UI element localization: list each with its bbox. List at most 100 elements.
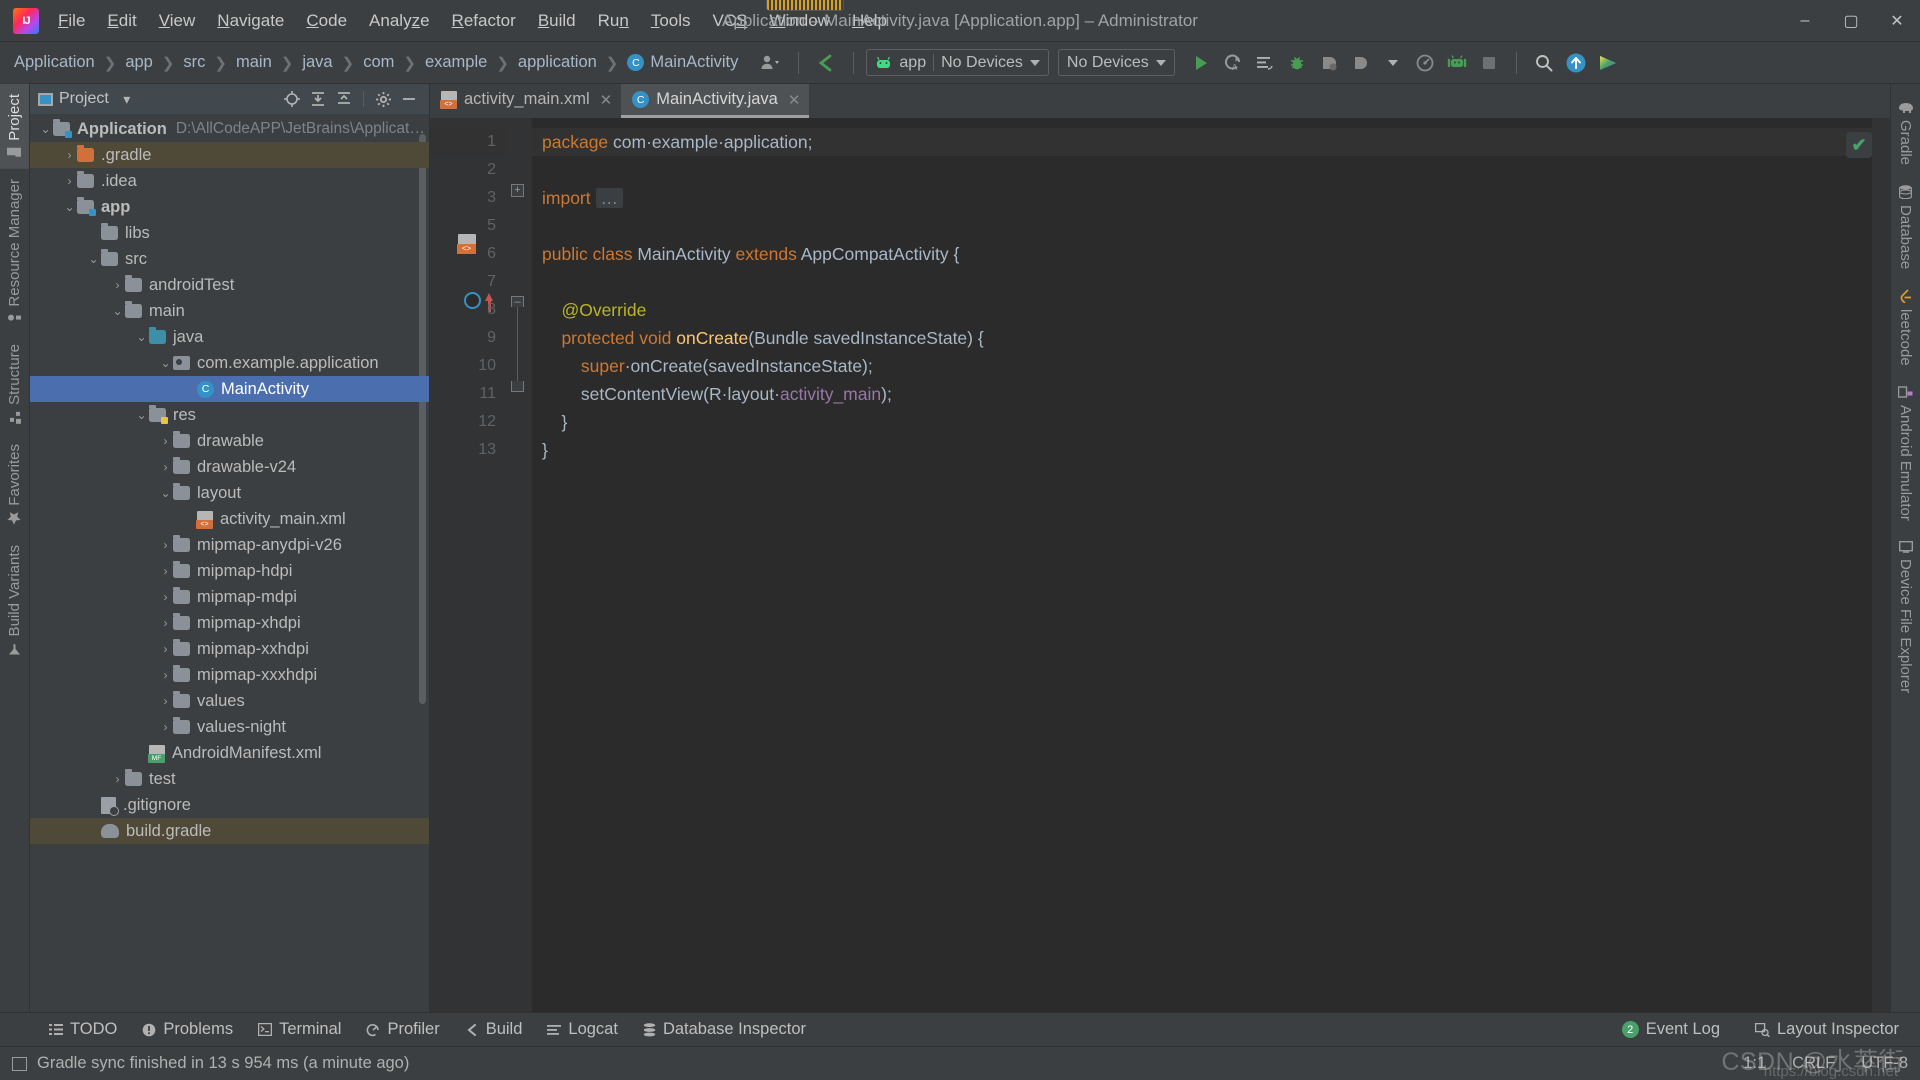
tree-node[interactable]: ⌄src — [30, 246, 429, 272]
chevron-right-icon[interactable]: › — [158, 642, 173, 656]
chevron-right-icon[interactable]: › — [62, 174, 77, 188]
tree-node[interactable]: ›mipmap-hdpi — [30, 558, 429, 584]
tree-node[interactable]: ›values-night — [30, 714, 429, 740]
tree-node[interactable]: ⌄app — [30, 194, 429, 220]
chevron-down-icon[interactable]: ⌄ — [38, 122, 53, 136]
chevron-right-icon[interactable]: › — [158, 616, 173, 630]
tool-window-leetcode[interactable]: leetcode — [1897, 279, 1914, 376]
close-icon[interactable]: ✕ — [788, 91, 801, 109]
code-line[interactable] — [542, 212, 1872, 240]
chevron-right-icon[interactable]: › — [158, 694, 173, 708]
make-project-icon[interactable] — [811, 49, 841, 77]
code-line[interactable]: setContentView(R·layout·activity_main); — [542, 380, 1872, 408]
close-button[interactable]: ✕ — [1874, 0, 1920, 42]
device-selector[interactable]: No Devices — [1058, 49, 1175, 76]
menu-edit[interactable]: Edit — [96, 7, 147, 35]
folded-imports[interactable]: … — [596, 188, 624, 208]
code-line[interactable]: super·onCreate(savedInstanceState); — [542, 352, 1872, 380]
fold-collapse-start-icon[interactable]: – — [511, 296, 524, 307]
line-number[interactable]: 5 — [430, 212, 506, 240]
breadcrumb-application[interactable]: Application — [12, 50, 97, 75]
chevron-right-icon[interactable]: › — [110, 278, 125, 292]
chevron-right-icon[interactable]: › — [158, 668, 173, 682]
menu-file[interactable]: File — [47, 7, 96, 35]
code-line[interactable]: protected void onCreate(Bundle savedInst… — [542, 324, 1872, 352]
profiler-icon[interactable] — [1410, 49, 1440, 77]
fold-collapse-end-icon[interactable] — [511, 381, 524, 392]
code-line[interactable]: } — [542, 408, 1872, 436]
menu-help[interactable]: Help — [841, 7, 898, 35]
tool-button-logcat[interactable]: Logcat — [536, 1016, 629, 1043]
maximize-button[interactable]: ▢ — [1828, 0, 1874, 42]
tree-node[interactable]: ›drawable — [30, 428, 429, 454]
minimize-button[interactable]: – — [1782, 0, 1828, 42]
line-number[interactable]: 3 — [430, 184, 506, 212]
tool-button-build[interactable]: Build — [454, 1016, 534, 1043]
source-code[interactable]: package com·example·application; import … — [532, 118, 1872, 1012]
line-number[interactable]: 8 — [430, 296, 506, 324]
chevron-down-icon[interactable] — [1378, 49, 1408, 77]
tool-button-problems[interactable]: Problems — [131, 1016, 244, 1043]
tool-window-device-file-explorer[interactable]: Device File Explorer — [1897, 531, 1914, 703]
settings-gear-icon[interactable] — [371, 87, 395, 111]
tool-button-event-log[interactable]: 2Event Log — [1611, 1016, 1731, 1043]
tool-window-database[interactable]: Database — [1897, 175, 1914, 279]
code-line[interactable]: @Override — [542, 296, 1872, 324]
breadcrumb-application[interactable]: application — [516, 50, 599, 75]
tool-button-layout-inspector[interactable]: Layout Inspector — [1744, 1016, 1910, 1043]
run-with-coverage-icon[interactable]: A — [1218, 49, 1248, 77]
tree-node[interactable]: ⌄main — [30, 298, 429, 324]
tree-node[interactable]: ›mipmap-anydpi-v26 — [30, 532, 429, 558]
line-number[interactable]: 2 — [430, 156, 506, 184]
chevron-right-icon[interactable]: › — [158, 538, 173, 552]
chevron-down-icon[interactable]: ⌄ — [158, 486, 173, 500]
breadcrumb-src[interactable]: src — [181, 50, 207, 75]
tree-node[interactable]: ›.idea — [30, 168, 429, 194]
tree-node[interactable]: ›mipmap-mdpi — [30, 584, 429, 610]
breadcrumb-example[interactable]: example — [423, 50, 489, 75]
menu-navigate[interactable]: Navigate — [206, 7, 295, 35]
tree-node[interactable]: ›test — [30, 766, 429, 792]
chevron-right-icon[interactable]: › — [110, 772, 125, 786]
run-icon[interactable] — [1186, 49, 1216, 77]
menu-tools[interactable]: Tools — [640, 7, 702, 35]
search-icon[interactable] — [1529, 49, 1559, 77]
tree-node[interactable]: ⌄layout — [30, 480, 429, 506]
tree-node[interactable]: ›drawable-v24 — [30, 454, 429, 480]
tool-button-terminal[interactable]: Terminal — [247, 1016, 352, 1043]
chevron-right-icon[interactable]: › — [158, 564, 173, 578]
menu-run[interactable]: Run — [587, 7, 640, 35]
apply-changes-icon[interactable] — [1250, 49, 1280, 77]
menu-refactor[interactable]: Refactor — [441, 7, 527, 35]
tool-button-database-inspector[interactable]: Database Inspector — [632, 1016, 817, 1043]
line-separator[interactable]: CRLF — [1792, 1054, 1835, 1073]
chevron-down-icon[interactable]: ⌄ — [62, 200, 77, 214]
tree-node[interactable]: activity_main.xml — [30, 506, 429, 532]
distribute-app-icon[interactable] — [1593, 49, 1623, 77]
tree-node[interactable]: build.gradle — [30, 818, 429, 844]
module-selector[interactable]: app No Devices — [866, 49, 1049, 76]
tool-window-project[interactable]: Project — [0, 84, 29, 169]
debug-icon[interactable] — [1282, 49, 1312, 77]
line-number[interactable]: 1 — [430, 128, 506, 156]
hide-panel-icon[interactable] — [397, 87, 421, 111]
tree-node[interactable]: ›values — [30, 688, 429, 714]
tree-node[interactable]: ›mipmap-xhdpi — [30, 610, 429, 636]
code-editor[interactable]: <> 1235678910111213 + – package com·exam… — [430, 118, 1890, 1012]
tool-window-build-variants[interactable]: Build Variants — [0, 535, 29, 665]
close-icon[interactable]: ✕ — [600, 91, 613, 109]
line-number[interactable]: 9 — [430, 324, 506, 352]
editor-tab-mainactivity-java[interactable]: CMainActivity.java✕ — [621, 84, 809, 118]
breadcrumb-mainactivity[interactable]: CMainActivity — [625, 50, 740, 75]
tool-window-favorites[interactable]: Favorites — [0, 434, 29, 535]
tool-window-resource-manager[interactable]: Resource Manager — [0, 169, 29, 335]
chevron-down-icon[interactable]: ⌄ — [134, 330, 149, 344]
tree-node[interactable]: ⌄com.example.application — [30, 350, 429, 376]
locate-icon[interactable] — [280, 87, 304, 111]
editor-tab-activity-main-xml[interactable]: activity_main.xml✕ — [430, 84, 621, 118]
file-encoding[interactable]: UTF-8 — [1861, 1054, 1908, 1073]
tool-window-gradle[interactable]: Gradle — [1897, 92, 1914, 175]
code-line[interactable]: public class MainActivity extends AppCom… — [542, 240, 1872, 268]
code-line[interactable]: } — [542, 436, 1872, 464]
project-tree[interactable]: ⌄ApplicationD:\AllCodeAPP\JetBrains\Appl… — [30, 114, 429, 1012]
